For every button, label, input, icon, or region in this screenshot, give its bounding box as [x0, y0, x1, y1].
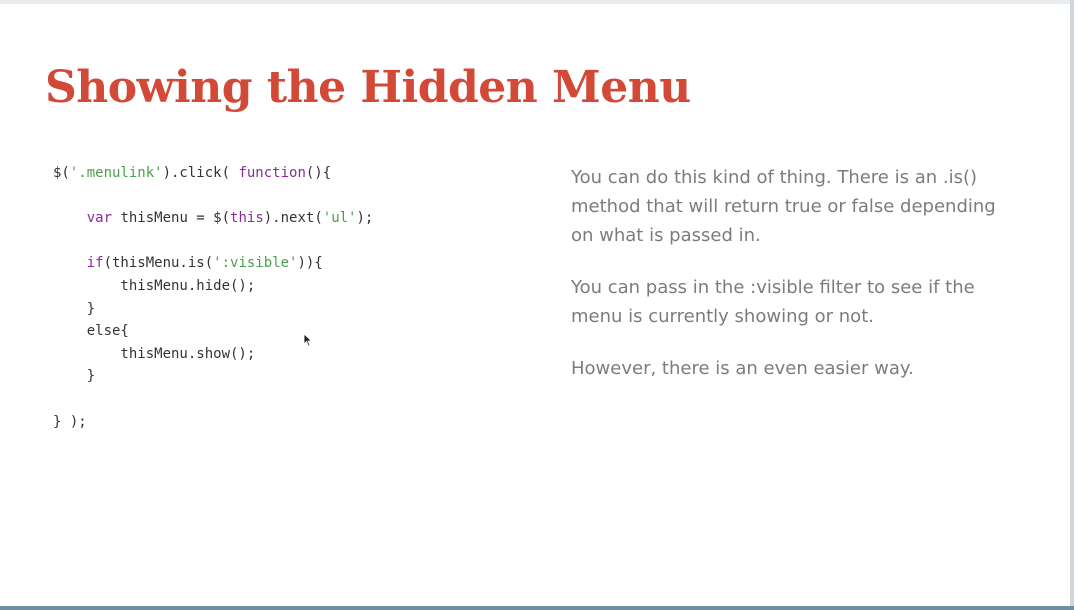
code-token: function: [238, 165, 306, 181]
window-bottom-edge: [0, 606, 1074, 610]
code-token: ).next(: [263, 210, 323, 227]
code-token: ).click(: [162, 165, 239, 181]
code-line: $('.menulink').click( function(){: [53, 162, 373, 185]
code-line: }: [53, 365, 373, 388]
code-token: $(: [53, 165, 70, 181]
code-line: else{: [53, 320, 373, 343]
code-line: var thisMenu = $(this).next('ul');: [53, 207, 374, 230]
code-token: } );: [53, 413, 87, 430]
code-token: }: [53, 368, 96, 385]
code-token: (thisMenu.is(: [103, 255, 214, 272]
slide-notes: You can do this kind of thing. There is …: [571, 163, 1011, 406]
code-token: (){: [305, 165, 332, 181]
code-token: ':visible': [213, 255, 298, 272]
notes-paragraph-1: You can do this kind of thing. There is …: [571, 167, 996, 246]
code-line: thisMenu.hide();: [53, 275, 373, 298]
code-token: this: [230, 210, 264, 227]
code-token: )){: [297, 255, 323, 272]
code-line: } );: [53, 411, 373, 434]
code-token: );: [356, 210, 374, 227]
presentation-window: Showing the Hidden Menu $('.menulink').c…: [0, 0, 1074, 610]
slide-title: Showing the Hidden Menu: [45, 62, 691, 113]
code-snippet: $('.menulink').click( function(){ var th…: [53, 162, 373, 433]
code-line: if(thisMenu.is(':visible')){: [53, 252, 373, 275]
code-token: else{: [53, 323, 129, 340]
code-line: thisMenu.show();: [53, 343, 373, 366]
slide: Showing the Hidden Menu $('.menulink').c…: [0, 4, 1070, 606]
code-token: thisMenu.hide();: [53, 277, 256, 294]
window-right-edge: [1070, 0, 1074, 610]
code-token: 'ul': [322, 210, 357, 227]
code-token: var: [86, 210, 113, 227]
code-token: thisMenu = $(: [112, 210, 231, 227]
notes-paragraph-2: You can pass in the :visible filter to s…: [571, 277, 975, 327]
code-token: '.menulink': [69, 165, 163, 181]
notes-paragraph-3: However, there is an even easier way.: [571, 358, 914, 379]
code-line: }: [53, 298, 373, 321]
code-token: if: [86, 255, 104, 272]
mouse-pointer-icon: [303, 333, 313, 347]
code-token: thisMenu.show();: [53, 345, 256, 362]
code-token: }: [53, 300, 96, 317]
